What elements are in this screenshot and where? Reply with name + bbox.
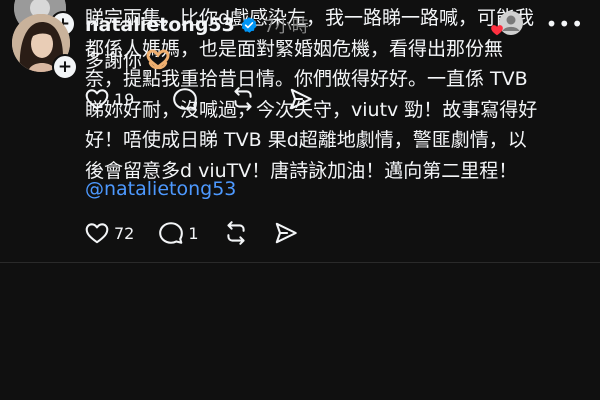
liked-by-author-icon bbox=[490, 11, 523, 36]
reply-body: 多謝你 bbox=[85, 46, 171, 73]
heart-icon bbox=[85, 223, 109, 244]
comment-icon bbox=[173, 88, 198, 110]
heart-icon bbox=[85, 89, 109, 110]
verified-icon bbox=[241, 16, 257, 33]
comment-button[interactable]: 1 bbox=[158, 220, 199, 246]
share-icon bbox=[291, 88, 313, 110]
reply-text: 多謝你 bbox=[85, 50, 143, 72]
share-button[interactable] bbox=[273, 220, 299, 246]
comment-button[interactable] bbox=[172, 86, 198, 112]
reply-header: natalietong53 7小時 bbox=[85, 12, 309, 38]
share-button[interactable] bbox=[288, 86, 314, 112]
repost-icon bbox=[234, 87, 252, 111]
comment-icon bbox=[159, 222, 184, 244]
repost-button[interactable] bbox=[223, 220, 249, 246]
post: + 睇完兩集，比你d戲感染左，我一路睇一路喊，可能我 都係人媽媽，也是面對緊婚姻… bbox=[0, 0, 600, 262]
like-count: 72 bbox=[114, 223, 135, 243]
like-button[interactable]: 72 bbox=[84, 220, 134, 246]
comment-count: 1 bbox=[188, 223, 199, 243]
repost-button[interactable] bbox=[230, 86, 256, 112]
share-icon bbox=[275, 222, 297, 244]
heart-icon bbox=[490, 25, 503, 36]
like-count: 19 bbox=[114, 89, 135, 109]
heart-hands-icon bbox=[146, 48, 170, 69]
reply-top-right: ••• bbox=[490, 11, 584, 36]
more-icon[interactable]: ••• bbox=[546, 12, 584, 36]
mention-link[interactable]: @natalietong53 bbox=[85, 174, 236, 204]
divider bbox=[0, 262, 600, 263]
like-button[interactable]: 19 bbox=[84, 86, 134, 112]
username[interactable]: natalietong53 bbox=[85, 14, 235, 36]
repost-icon bbox=[226, 221, 245, 245]
follow-plus-icon[interactable]: + bbox=[52, 54, 78, 80]
reply-actions: 19 bbox=[84, 86, 338, 112]
timestamp: 7小時 bbox=[263, 17, 309, 37]
reply-avatar-wrap: + bbox=[12, 14, 78, 80]
post-actions: 72 1 bbox=[84, 220, 323, 246]
